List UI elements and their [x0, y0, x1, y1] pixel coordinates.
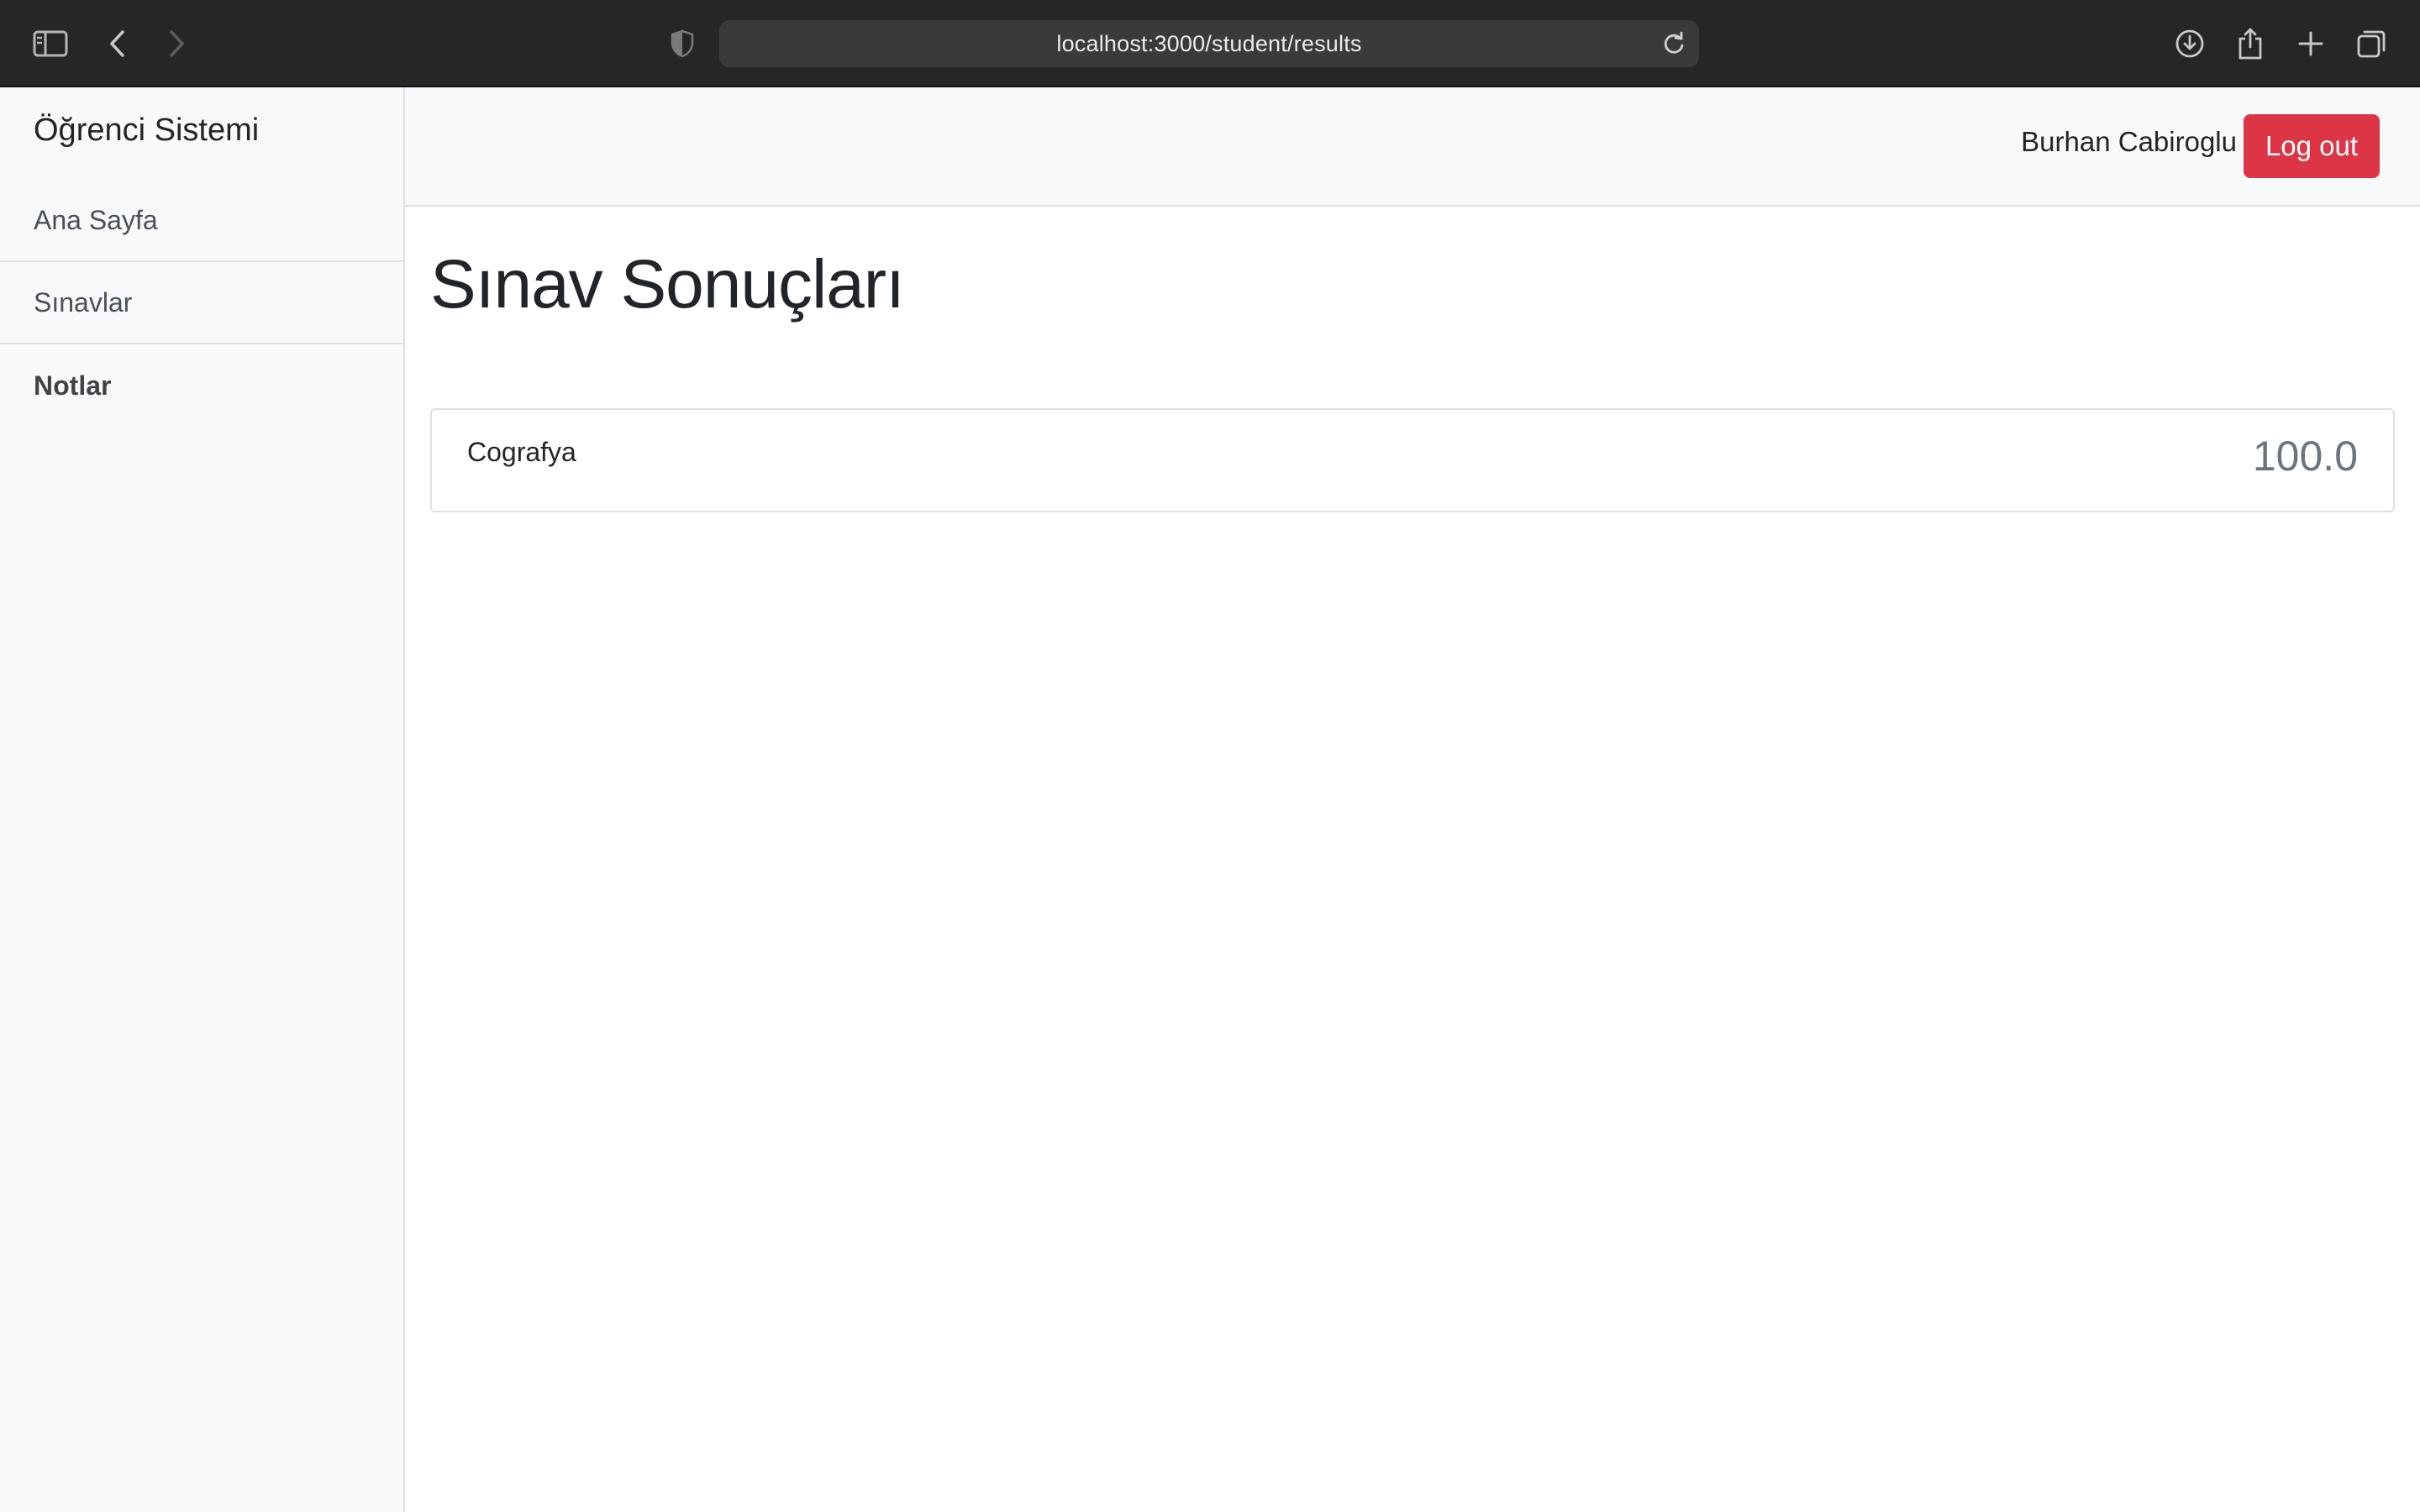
sidebar-nav: Ana Sayfa Sınavlar Notlar — [0, 180, 403, 427]
tab-overview-icon[interactable] — [2353, 25, 2390, 62]
new-tab-icon[interactable] — [2292, 25, 2329, 62]
sidebar-item-ana-sayfa[interactable]: Ana Sayfa — [0, 180, 403, 262]
sidebar: Öğrenci Sistemi Ana Sayfa Sınavlar Notla… — [0, 87, 405, 1512]
forward-icon[interactable] — [158, 25, 195, 62]
page-title: Sınav Sonuçları — [430, 246, 905, 323]
reload-icon[interactable] — [1660, 30, 1687, 57]
brand-title[interactable]: Öğrenci Sistemi — [34, 113, 259, 149]
shield-icon[interactable] — [664, 25, 701, 62]
sidebar-item-sinavlar[interactable]: Sınavlar — [0, 262, 403, 344]
url-text: localhost:3000/student/results — [1056, 30, 1362, 56]
result-card: Cografya 100.0 — [430, 408, 2395, 512]
share-icon[interactable] — [2232, 25, 2269, 62]
user-name: Burhan Cabiroglu — [2021, 126, 2237, 157]
download-icon[interactable] — [2171, 25, 2208, 62]
sidebar-item-notlar[interactable]: Notlar — [0, 344, 403, 427]
back-icon[interactable] — [99, 25, 136, 62]
address-bar[interactable]: localhost:3000/student/results — [719, 20, 1699, 67]
result-score: 100.0 — [2252, 433, 2358, 480]
top-navbar: Burhan Cabiroglu Log out — [405, 87, 2420, 207]
sidebar-toggle-icon[interactable] — [32, 25, 69, 62]
logout-button[interactable]: Log out — [2244, 114, 2380, 178]
result-subject: Cografya — [467, 437, 576, 467]
browser-toolbar: localhost:3000/student/results — [0, 0, 2420, 87]
